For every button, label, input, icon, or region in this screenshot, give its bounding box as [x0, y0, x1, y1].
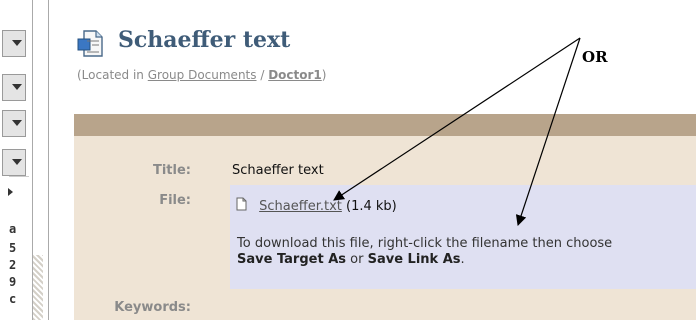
annotation-arrow-to-instructions — [515, 37, 581, 227]
annotation-arrow-to-link — [333, 37, 581, 201]
annotation-or-label: OR — [582, 48, 608, 66]
